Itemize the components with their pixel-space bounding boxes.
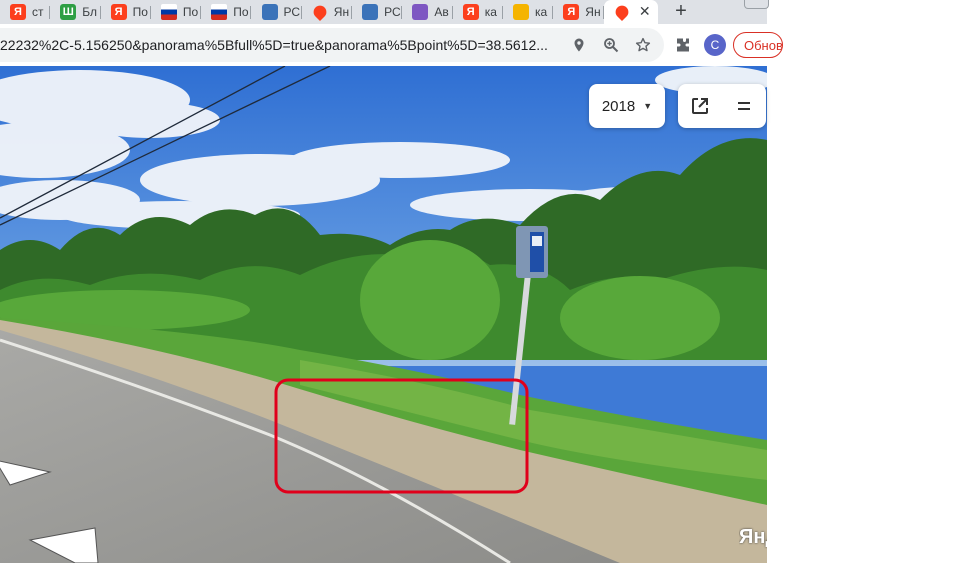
yandex-icon: Я <box>563 4 580 20</box>
sheets-icon: Ш <box>60 4 77 20</box>
dots-icon <box>412 4 429 20</box>
image-icon <box>513 4 529 20</box>
browser-tab[interactable]: По <box>201 0 252 24</box>
browser-chrome: Яст Ш Бл Я По По По РС Ян РС Ав Яка ка Я Ян ✕ + 22232%2… <box>0 0 783 66</box>
airplane-icon <box>261 4 278 20</box>
caret-down-icon: ▼ <box>643 101 653 111</box>
tab-label: Бл <box>82 5 98 19</box>
year-label: 2018 <box>601 97 636 115</box>
yandex-icon: Я <box>462 4 479 20</box>
tab-strip: Яст Ш Бл Я По По По РС Ян РС Ав Яка ка Я Ян ✕ <box>0 0 767 24</box>
yandex-icon: Я <box>110 4 127 20</box>
zoom-icon[interactable] <box>603 37 619 53</box>
browser-tab[interactable]: ✕ <box>603 0 658 24</box>
browser-tab[interactable]: Ш Бл <box>50 0 101 24</box>
browser-toolbar: 22232%2C-5.156250&panorama%5Bfull%5D=tru… <box>0 24 783 66</box>
browser-tab[interactable]: РС <box>252 0 302 24</box>
tab-label: РС <box>384 5 401 19</box>
tab-label: ка <box>484 5 497 19</box>
panorama-toolbar <box>678 84 766 128</box>
year-selector[interactable]: 2018 ▼ <box>589 84 665 128</box>
yandex-watermark: Яндекс <box>739 526 767 548</box>
tab-label: ка <box>535 5 548 19</box>
browser-tab[interactable]: Яст <box>0 0 51 24</box>
browser-tab[interactable]: По <box>151 0 202 24</box>
external-link-icon <box>692 98 708 114</box>
browser-tab[interactable]: ка <box>503 0 554 24</box>
browser-tab[interactable]: Яка <box>453 0 503 24</box>
tab-label: Ян <box>585 5 601 19</box>
address-bar[interactable]: 22232%2C-5.156250&panorama%5Bfull%5D=tru… <box>0 28 664 62</box>
yandex-icon: Я <box>10 4 26 20</box>
browser-tab[interactable]: Я Ян <box>553 0 604 24</box>
tab-label: Ав <box>434 5 449 19</box>
share-button[interactable] <box>678 84 722 128</box>
tab-label: По <box>233 5 249 19</box>
update-button[interactable]: Обновить <box>733 32 783 58</box>
browser-tab[interactable]: РС <box>352 0 403 24</box>
russia-flag-icon <box>211 4 228 20</box>
tab-label: РС <box>283 5 301 19</box>
tab-label: ст <box>32 5 44 19</box>
browser-tab[interactable]: Ян <box>302 0 353 24</box>
menu-button[interactable] <box>722 84 766 128</box>
browser-tab[interactable]: Я По <box>101 0 151 24</box>
street-panorama[interactable] <box>0 66 767 563</box>
close-tab-icon[interactable]: ✕ <box>639 3 651 20</box>
window-control-button[interactable] <box>744 0 769 9</box>
menu-icon <box>738 102 750 110</box>
map-pin-icon <box>612 2 631 22</box>
tab-label: Ян <box>333 5 350 19</box>
map-pin-icon <box>310 2 329 22</box>
extensions-puzzle-icon[interactable] <box>674 36 692 54</box>
russia-flag-icon <box>160 4 177 20</box>
tab-label: По <box>182 5 199 19</box>
new-tab-button[interactable]: + <box>669 0 693 24</box>
url-text[interactable]: 22232%2C-5.156250&panorama%5Bfull%5D=tru… <box>0 37 560 53</box>
panorama-image[interactable] <box>0 66 767 563</box>
airplane-icon <box>362 4 379 20</box>
browser-tab[interactable]: Ав <box>402 0 453 24</box>
profile-avatar[interactable]: С <box>704 34 726 56</box>
tab-label: По <box>132 5 148 19</box>
bookmark-star-icon[interactable] <box>635 37 651 53</box>
location-pin-icon[interactable] <box>571 37 587 53</box>
